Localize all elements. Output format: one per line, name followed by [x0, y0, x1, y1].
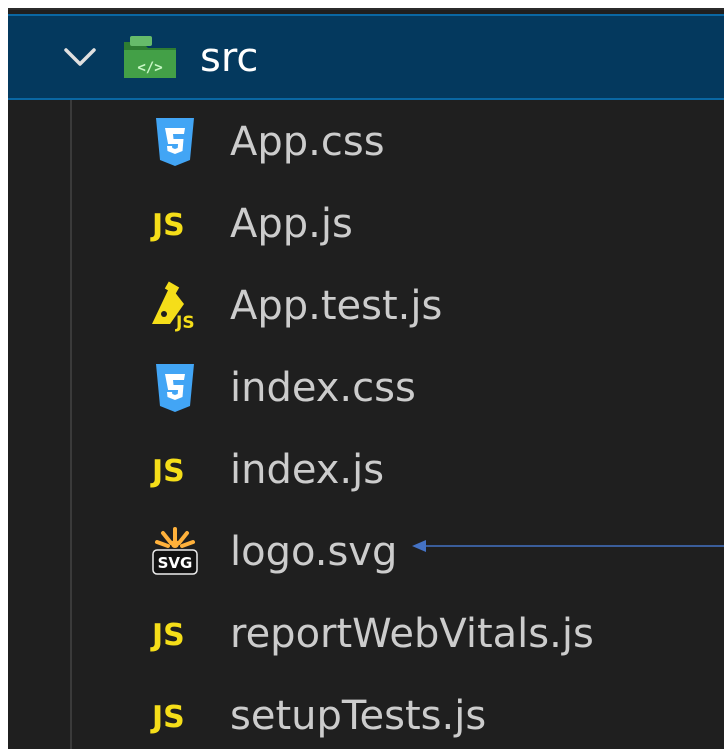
javascript-icon: JS	[150, 700, 185, 735]
chevron-down-icon[interactable]	[60, 42, 100, 72]
file-label: logo.svg	[230, 529, 398, 575]
svg-text:JS: JS	[150, 700, 185, 735]
javascript-icon: JS	[150, 618, 185, 653]
javascript-icon: JS	[150, 454, 185, 489]
file-label: index.css	[230, 365, 416, 411]
file-app-css[interactable]: App.css	[8, 102, 724, 182]
file-explorer: </> src App.css JS App.js JS App.test.js	[8, 8, 724, 749]
folder-row-src[interactable]: </> src	[8, 14, 724, 100]
javascript-icon: JS	[150, 208, 185, 243]
file-label: App.css	[230, 119, 385, 165]
file-app-test-js[interactable]: JS App.test.js	[8, 266, 724, 346]
svg-text:JS: JS	[175, 313, 195, 332]
css-icon	[156, 118, 194, 166]
file-app-js[interactable]: JS App.js	[8, 184, 724, 264]
svg-text:</>: </>	[137, 60, 162, 76]
file-report-web-vitals-js[interactable]: JS reportWebVitals.js	[8, 594, 724, 674]
folder-source-icon: </>	[124, 36, 176, 78]
svg-text:JS: JS	[150, 618, 185, 653]
folder-label: src	[200, 35, 259, 81]
file-label: App.js	[230, 201, 353, 247]
file-setup-tests-js[interactable]: JS setupTests.js	[8, 676, 724, 749]
svg-text:JS: JS	[150, 454, 185, 489]
svg-text:JS: JS	[150, 208, 185, 243]
file-index-css[interactable]: index.css	[8, 348, 724, 428]
test-js-icon: JS	[152, 281, 195, 332]
svg-text:SVG: SVG	[158, 554, 193, 572]
file-label: reportWebVitals.js	[230, 611, 594, 657]
file-label: index.js	[230, 447, 385, 493]
arrow-left-icon	[412, 540, 724, 552]
file-index-js[interactable]: JS index.js	[8, 430, 724, 510]
svg-icon: SVG	[152, 527, 198, 575]
css-icon	[156, 364, 194, 412]
file-label: App.test.js	[230, 283, 443, 329]
file-label: setupTests.js	[230, 693, 487, 739]
